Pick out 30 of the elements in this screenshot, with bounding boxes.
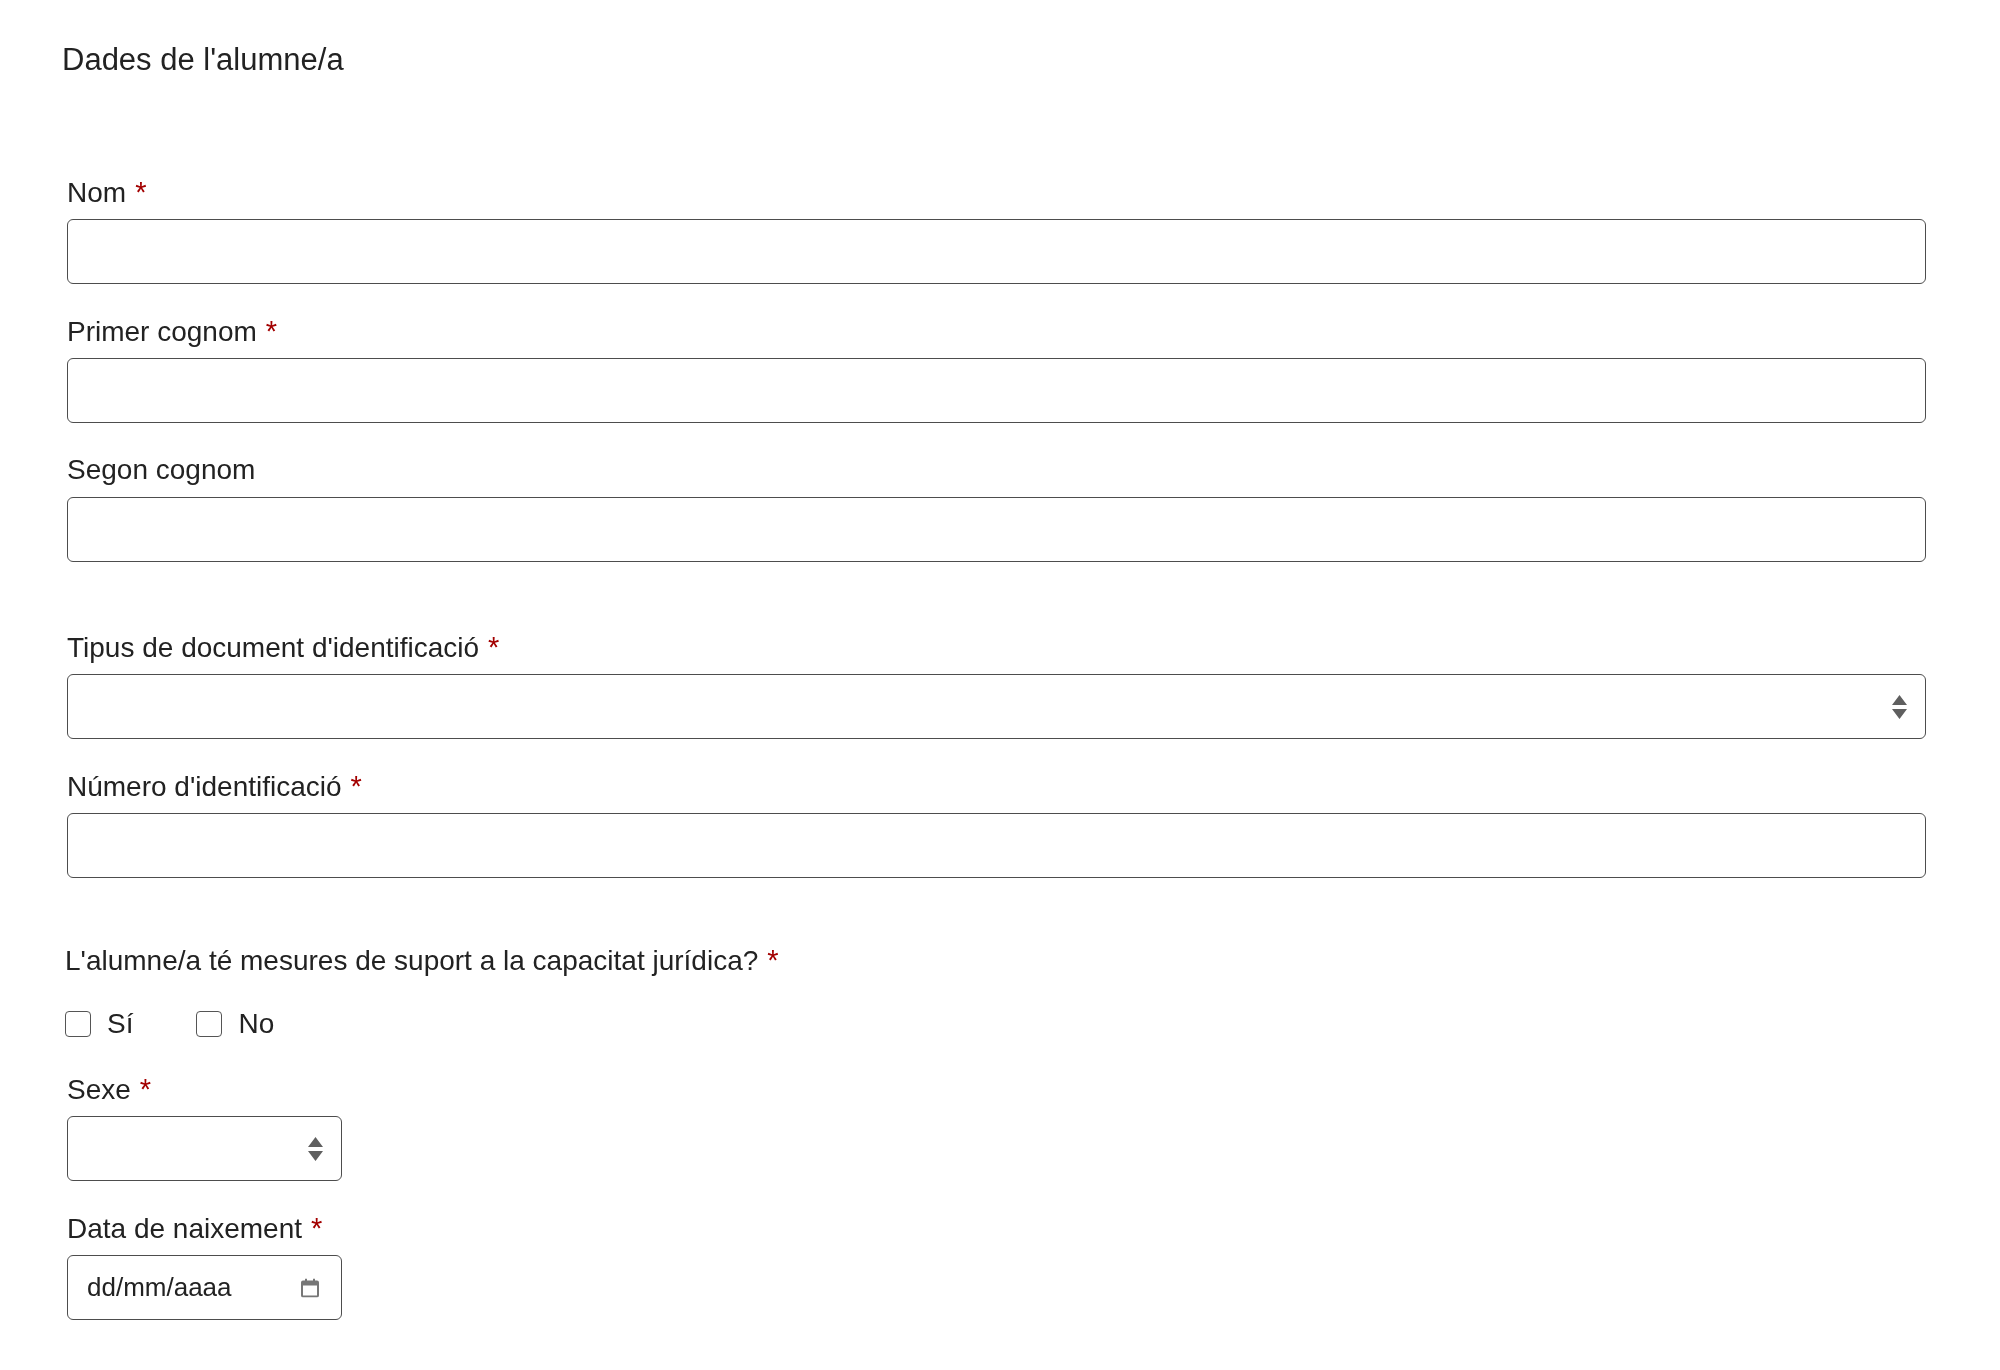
text-input[interactable]	[67, 219, 1926, 284]
required-mark: *	[767, 943, 779, 978]
text-input[interactable]	[67, 497, 1926, 562]
option-label: No	[238, 1007, 275, 1041]
required-mark: *	[350, 769, 362, 804]
text-input[interactable]	[67, 358, 1926, 423]
field-label: Número d'identificació	[67, 770, 342, 804]
checkbox[interactable]	[196, 1011, 223, 1037]
required-mark: *	[135, 175, 147, 210]
required-mark: *	[265, 314, 278, 349]
field-label: Tipus de document d'identificació	[67, 631, 480, 665]
calendar-icon	[301, 1278, 319, 1297]
field-label: Sexe	[67, 1073, 131, 1107]
field-label: Data de naixement	[67, 1212, 303, 1246]
field-label: Primer cognom	[67, 315, 257, 349]
field-label: Nom	[67, 176, 127, 210]
checkbox[interactable]	[65, 1011, 91, 1037]
up-down-arrows-icon	[1892, 694, 1907, 719]
required-mark: *	[488, 630, 500, 665]
field-label: Segon cognom	[67, 453, 256, 487]
required-mark: *	[139, 1072, 152, 1107]
section-title: Dades de l'alumne/a	[62, 41, 344, 79]
required-mark: *	[311, 1211, 323, 1246]
select-field[interactable]	[67, 674, 1926, 739]
select-field[interactable]	[67, 1116, 342, 1181]
up-down-arrows-icon	[308, 1136, 323, 1161]
field-label: L'alumne/a té mesures de suport a la capacitat jurídica?	[65, 944, 759, 978]
date-input[interactable]: dd/mm/aaaa	[67, 1255, 342, 1320]
option-label: Sí	[107, 1007, 134, 1041]
text-input[interactable]	[67, 813, 1926, 878]
